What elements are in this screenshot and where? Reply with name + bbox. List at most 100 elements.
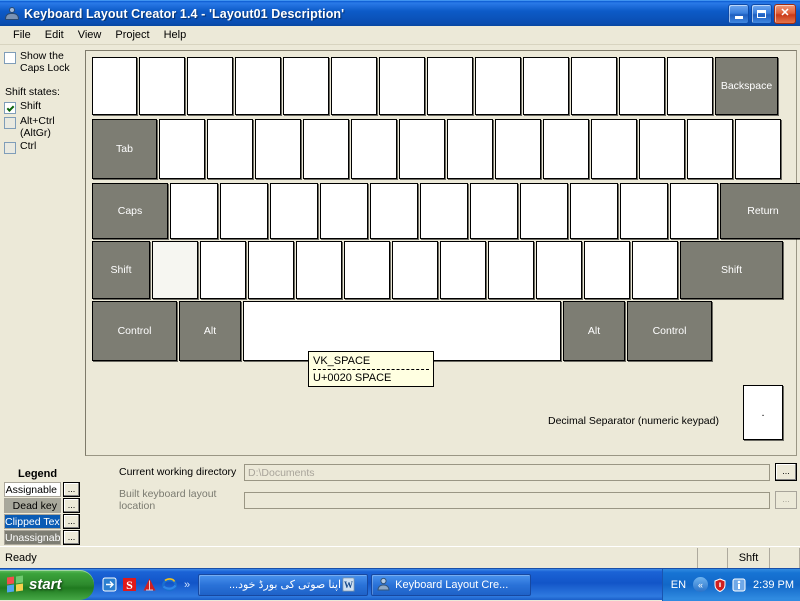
key-row-caps-2[interactable] [220, 183, 268, 239]
key-row-caps-8[interactable] [520, 183, 568, 239]
key-row-shift-10[interactable] [584, 241, 630, 299]
key-row-number-11[interactable] [619, 57, 665, 115]
menu-project[interactable]: Project [108, 27, 156, 43]
key-tooltip: VK_SPACE U+0020 SPACE [308, 351, 434, 387]
key-row-tab-8[interactable] [495, 119, 541, 179]
key-row-number-8[interactable] [475, 57, 521, 115]
minimize-button[interactable] [728, 4, 749, 24]
legend-button-clipped-text[interactable]: ... [63, 514, 80, 529]
key-row-shift-4[interactable] [296, 241, 342, 299]
notification-info-icon[interactable] [732, 578, 746, 592]
restore-button[interactable] [751, 4, 772, 24]
key-row-tab-4[interactable] [303, 119, 349, 179]
key-backspace[interactable]: Backspace [715, 57, 778, 115]
caps-lock-checkbox[interactable] [4, 52, 16, 64]
status-bar: Ready Shft [0, 546, 800, 568]
key-row-tab-13[interactable] [735, 119, 781, 179]
key-row-caps-9[interactable] [570, 183, 618, 239]
key-row-number-6[interactable] [379, 57, 425, 115]
key-row-number-4[interactable] [283, 57, 329, 115]
key-row-caps-4[interactable] [320, 183, 368, 239]
key-row-tab-12[interactable] [687, 119, 733, 179]
caps-lock-option[interactable]: Show the Caps Lock [4, 51, 80, 74]
key-row-tab-9[interactable] [543, 119, 589, 179]
start-button[interactable]: start [0, 570, 94, 600]
legend-button-dead-key[interactable]: ... [63, 498, 80, 513]
legend-button-unassignable[interactable]: ... [63, 530, 80, 545]
tooltip-virtual-key: VK_SPACE [313, 355, 429, 367]
key-row-shift-1[interactable] [152, 241, 198, 299]
quicklaunch-overflow-chevron[interactable]: » [184, 579, 190, 591]
key-row-number-9[interactable] [523, 57, 569, 115]
taskbar-item-word-document[interactable]: W اپنا صوتی کی بورڈ خود... [198, 574, 368, 596]
key-row-tab-2[interactable] [207, 119, 253, 179]
language-indicator[interactable]: EN [671, 579, 686, 591]
red-triangle-icon[interactable] [142, 577, 157, 592]
key-row-shift-9[interactable] [536, 241, 582, 299]
key-row-caps-7[interactable] [470, 183, 518, 239]
key-row-caps-5[interactable] [370, 183, 418, 239]
key-row-caps-10[interactable] [620, 183, 668, 239]
key-row-number-12[interactable] [667, 57, 713, 115]
status-message: Ready [0, 548, 698, 568]
key-row-tab-6[interactable] [399, 119, 445, 179]
menu-view[interactable]: View [71, 27, 109, 43]
key-shift[interactable]: Shift [92, 241, 150, 299]
key-caps[interactable]: Caps [92, 183, 168, 239]
key-row-shift-11[interactable] [632, 241, 678, 299]
cwd-input[interactable]: D:\Documents [244, 464, 770, 481]
built-location-input[interactable] [244, 492, 770, 509]
s-red-icon[interactable]: S [122, 577, 137, 592]
legend-button-assignable[interactable]: ... [63, 482, 80, 497]
shift-state-ctrl[interactable]: Ctrl [4, 141, 80, 154]
key-row-tab-10[interactable] [591, 119, 637, 179]
menu-file[interactable]: File [6, 27, 38, 43]
close-button[interactable]: ✕ [774, 4, 796, 24]
altgr-checkbox[interactable] [4, 117, 16, 129]
key-row-shift-2[interactable] [200, 241, 246, 299]
taskbar-item-keyboard-layout-creator[interactable]: Keyboard Layout Cre... [371, 574, 531, 596]
shift-state-altgr[interactable]: Alt+Ctrl (AltGr) [4, 116, 80, 139]
key-row-number-2[interactable] [187, 57, 233, 115]
key-alt[interactable]: Alt [563, 301, 625, 361]
cwd-browse-button[interactable]: ... [775, 463, 797, 481]
key-row-shift-3[interactable] [248, 241, 294, 299]
key-shift[interactable]: Shift [680, 241, 783, 299]
key-row-number-7[interactable] [427, 57, 473, 115]
key-control[interactable]: Control [627, 301, 712, 361]
key-tab[interactable]: Tab [92, 119, 157, 179]
ctrl-checkbox[interactable] [4, 142, 16, 154]
key-row-number-0[interactable] [92, 57, 137, 115]
key-row-number-10[interactable] [571, 57, 617, 115]
key-row-tab-7[interactable] [447, 119, 493, 179]
key-row-caps-1[interactable] [170, 183, 218, 239]
tray-expand-chevron-icon[interactable]: « [693, 577, 708, 592]
key-row-shift-8[interactable] [488, 241, 534, 299]
key-row-number-1[interactable] [139, 57, 185, 115]
decimal-separator-label: Decimal Separator (numeric keypad) [548, 415, 719, 427]
key-row-tab-5[interactable] [351, 119, 397, 179]
key-row-caps-11[interactable] [670, 183, 718, 239]
key-alt[interactable]: Alt [179, 301, 241, 361]
shift-label: Shift [20, 101, 41, 113]
key-row-tab-3[interactable] [255, 119, 301, 179]
key-return[interactable]: Return [720, 183, 800, 239]
shift-checkbox[interactable] [4, 102, 16, 114]
decimal-separator-key[interactable]: . [743, 385, 783, 440]
key-row-shift-7[interactable] [440, 241, 486, 299]
key-row-number-3[interactable] [235, 57, 281, 115]
show-desktop-icon[interactable] [102, 577, 117, 592]
internet-explorer-icon[interactable] [162, 577, 177, 592]
menu-edit[interactable]: Edit [38, 27, 71, 43]
menu-help[interactable]: Help [157, 27, 194, 43]
key-row-caps-6[interactable] [420, 183, 468, 239]
key-control[interactable]: Control [92, 301, 177, 361]
shift-state-shift[interactable]: Shift [4, 101, 80, 114]
security-shield-icon[interactable] [713, 578, 727, 592]
key-row-shift-6[interactable] [392, 241, 438, 299]
key-row-shift-5[interactable] [344, 241, 390, 299]
key-row-tab-11[interactable] [639, 119, 685, 179]
key-row-tab-1[interactable] [159, 119, 205, 179]
key-row-caps-3[interactable] [270, 183, 318, 239]
key-row-number-5[interactable] [331, 57, 377, 115]
